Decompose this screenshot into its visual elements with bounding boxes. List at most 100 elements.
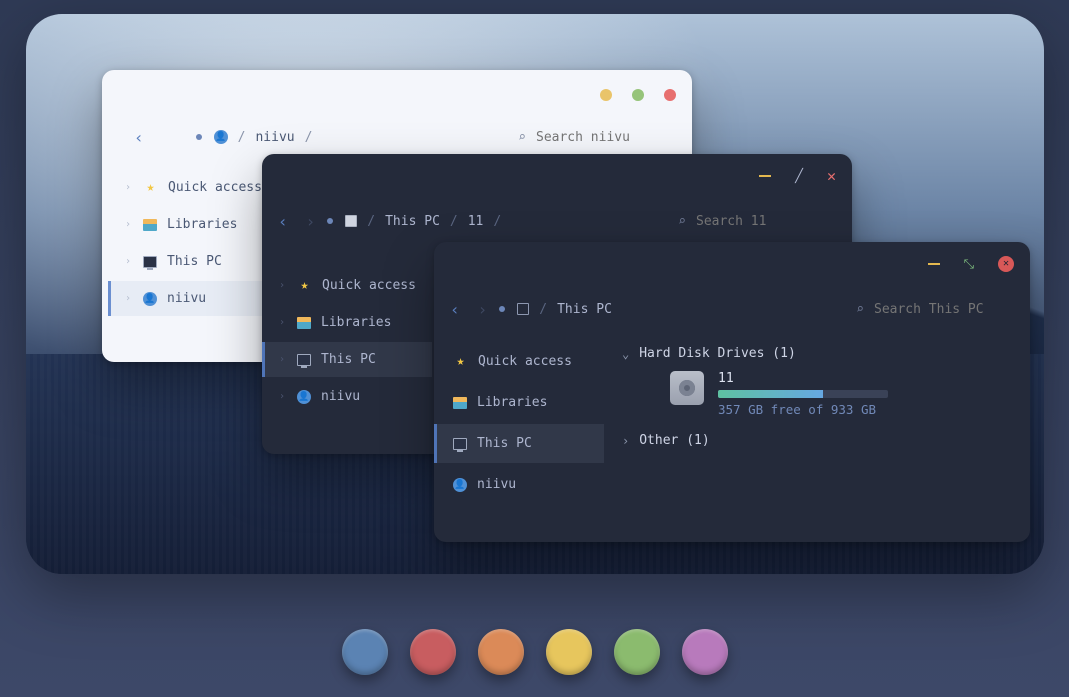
window-controls: ⤡ ✕ [928, 256, 1014, 272]
sidebar-item-libraries[interactable]: Libraries [434, 383, 604, 422]
search-input[interactable] [696, 214, 836, 229]
chevron-right-icon: › [125, 256, 133, 267]
chevron-down-icon: ⌄ [622, 347, 629, 361]
color-palette [0, 629, 1069, 675]
sidebar-item-this-pc[interactable]: › This PC [108, 244, 278, 279]
category-other[interactable]: › Other (1) [622, 433, 1012, 448]
sidebar: ★ Quick access Libraries This PC 👤 niivu [434, 332, 604, 542]
swatch-red[interactable] [410, 629, 456, 675]
sidebar-item-label: This PC [477, 436, 532, 451]
search-input[interactable] [874, 302, 1014, 317]
swatch-green[interactable] [614, 629, 660, 675]
nav-back-icon[interactable]: ‹ [278, 212, 288, 231]
sidebar-item-quick-access[interactable]: ★ Quick access [434, 342, 604, 381]
sidebar-item-label: Quick access [168, 180, 262, 195]
sidebar-item-niivu[interactable]: › 👤 niivu [108, 281, 278, 316]
window-minimize-dot[interactable] [600, 89, 612, 101]
breadcrumb-sep: / [305, 130, 313, 145]
swatch-yellow[interactable] [546, 629, 592, 675]
sidebar-item-label: Libraries [167, 217, 237, 232]
sidebar-item-niivu[interactable]: ›👤 niivu [262, 379, 432, 414]
chevron-right-icon: › [125, 182, 133, 193]
swatch-orange[interactable] [478, 629, 524, 675]
titlebar [102, 70, 692, 114]
address-bar: ‹ › / This PC ⌕ [434, 286, 1030, 332]
drive-item[interactable]: 11 357 GB free of 933 GB [670, 371, 1012, 417]
search-box[interactable]: ⌕ [678, 214, 836, 229]
window-maximize-icon[interactable]: ╱ [795, 169, 803, 184]
user-icon: 👤 [453, 478, 467, 492]
star-icon: ★ [143, 180, 158, 195]
swatch-purple[interactable] [682, 629, 728, 675]
search-box[interactable]: ⌕ [518, 130, 676, 145]
breadcrumb[interactable]: / This PC [517, 302, 612, 317]
libraries-icon [297, 317, 311, 329]
sidebar: › ★ Quick access › Libraries › This PC ›… [108, 160, 278, 362]
sidebar-item-label: Quick access [478, 354, 572, 369]
window-maximize-icon[interactable]: ⤡ [964, 257, 974, 272]
sidebar-item-label: Libraries [477, 395, 547, 410]
sidebar-item-label: This PC [321, 352, 376, 367]
sidebar-item-libraries[interactable]: › Libraries [262, 305, 432, 340]
sidebar-item-label: niivu [167, 291, 206, 306]
sidebar-item-niivu[interactable]: 👤 niivu [434, 465, 604, 504]
window-controls: ╱ ✕ [759, 167, 836, 185]
breadcrumb-dot-icon [327, 218, 333, 224]
search-icon: ⌕ [856, 302, 864, 317]
libraries-icon [453, 397, 467, 409]
chevron-right-icon: › [125, 219, 133, 230]
breadcrumb[interactable]: 👤 / niivu / [214, 130, 313, 145]
nav-forward-icon[interactable]: › [478, 300, 488, 319]
nav-back-icon[interactable]: ‹ [134, 128, 144, 147]
explorer-window-dark-2: ⤡ ✕ ‹ › / This PC ⌕ ★ [434, 242, 1030, 542]
chevron-right-icon: › [622, 434, 629, 448]
sidebar-item-quick-access[interactable]: › ★ Quick access [108, 170, 278, 205]
sidebar-item-label: niivu [477, 477, 516, 492]
titlebar: ⤡ ✕ [434, 242, 1030, 286]
breadcrumb-name: niivu [255, 130, 294, 145]
nav-forward-icon[interactable]: › [306, 212, 316, 231]
storage-bar [718, 390, 888, 398]
pc-icon [297, 354, 311, 366]
address-bar: ‹ › / This PC / 11 / ⌕ [262, 198, 852, 244]
nav-back-icon[interactable]: ‹ [450, 300, 460, 319]
chevron-right-icon: › [125, 293, 133, 304]
window-close-icon[interactable]: ✕ [998, 256, 1014, 272]
user-icon: 👤 [143, 292, 157, 306]
sidebar-item-label: niivu [321, 389, 360, 404]
sidebar-item-quick-access[interactable]: ›★ Quick access [262, 268, 432, 303]
titlebar: ╱ ✕ [262, 154, 852, 198]
breadcrumb-sep: / [238, 130, 246, 145]
search-input[interactable] [536, 130, 676, 145]
monitor-icon [517, 303, 529, 315]
user-icon: 👤 [297, 390, 311, 404]
sidebar-item-label: This PC [167, 254, 222, 269]
category-label: Other (1) [639, 433, 709, 448]
window-minimize-icon[interactable] [759, 175, 771, 177]
search-icon: ⌕ [678, 214, 686, 229]
drive-free-text: 357 GB free of 933 GB [718, 402, 888, 417]
category-hard-disk-drives[interactable]: ⌄ Hard Disk Drives (1) [622, 346, 1012, 361]
window-minimize-icon[interactable] [928, 263, 940, 265]
drive-name: 11 [718, 371, 888, 386]
window-close-dot[interactable] [664, 89, 676, 101]
breadcrumb-part: This PC [385, 214, 440, 229]
sidebar-item-this-pc[interactable]: This PC [434, 424, 604, 463]
window-close-icon[interactable]: ✕ [827, 167, 836, 185]
window-maximize-dot[interactable] [632, 89, 644, 101]
sidebar: ›★ Quick access › Libraries › This PC ›👤… [262, 258, 432, 454]
search-box[interactable]: ⌕ [856, 302, 1014, 317]
breadcrumb-part: 11 [468, 214, 484, 229]
pc-icon [143, 256, 157, 268]
pc-icon [453, 438, 467, 450]
sidebar-item-this-pc[interactable]: › This PC [262, 342, 432, 377]
hard-disk-icon [670, 371, 704, 405]
content-area: ⌄ Hard Disk Drives (1) 11 357 GB free of… [604, 332, 1030, 542]
drive-icon [345, 215, 357, 227]
sidebar-item-libraries[interactable]: › Libraries [108, 207, 278, 242]
user-icon: 👤 [214, 130, 228, 144]
breadcrumb[interactable]: / This PC / 11 / [345, 214, 501, 229]
breadcrumb-dot-icon [499, 306, 505, 312]
category-label: Hard Disk Drives (1) [639, 346, 796, 361]
swatch-blue[interactable] [342, 629, 388, 675]
